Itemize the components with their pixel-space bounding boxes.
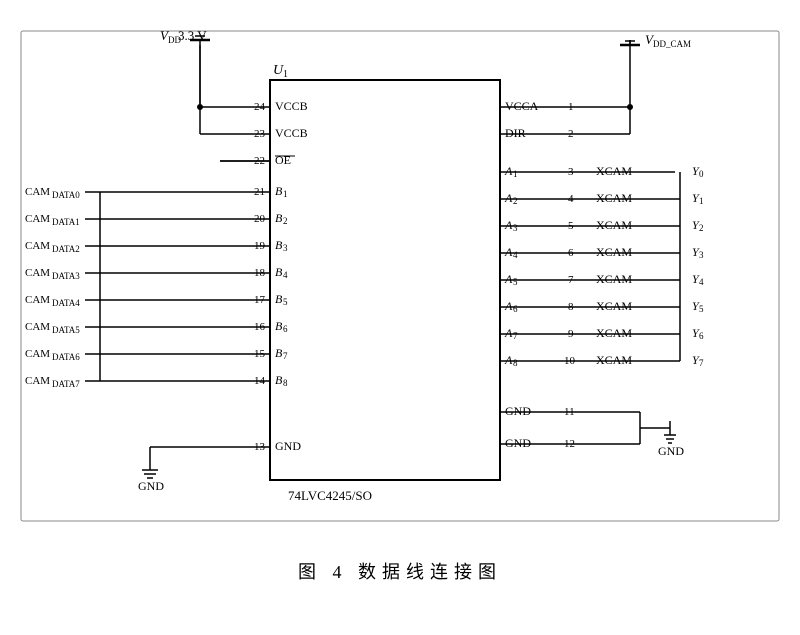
svg-text:74LVC4245/SO: 74LVC4245/SO	[288, 488, 372, 503]
svg-text:2: 2	[699, 223, 704, 233]
svg-text:B: B	[275, 319, 283, 333]
svg-text:GND: GND	[505, 436, 531, 450]
svg-text:CAM: CAM	[25, 348, 50, 360]
svg-text:CAM: CAM	[25, 321, 50, 333]
svg-text:DATA5: DATA5	[52, 325, 80, 335]
svg-text:B: B	[275, 211, 283, 225]
svg-text:GND: GND	[138, 479, 164, 493]
svg-text:2: 2	[283, 216, 288, 226]
svg-text:11: 11	[564, 406, 575, 418]
svg-text:1: 1	[513, 169, 518, 179]
svg-text:A: A	[504, 164, 513, 178]
svg-text:7: 7	[513, 331, 518, 341]
svg-text:XCAM: XCAM	[596, 218, 632, 232]
svg-text:A: A	[504, 326, 513, 340]
svg-text:XCAM: XCAM	[596, 299, 632, 313]
svg-text:3: 3	[568, 166, 574, 178]
svg-text:0: 0	[699, 169, 704, 179]
svg-text:OE: OE	[275, 153, 291, 167]
svg-text:XCAM: XCAM	[596, 353, 632, 367]
svg-text:B: B	[275, 292, 283, 306]
svg-text:DATA4: DATA4	[52, 298, 80, 308]
svg-text:XCAM: XCAM	[596, 245, 632, 259]
svg-text:CAM: CAM	[25, 186, 50, 198]
svg-text:GND: GND	[505, 404, 531, 418]
svg-text:XCAM: XCAM	[596, 326, 632, 340]
svg-text:XCAM: XCAM	[596, 191, 632, 205]
svg-text:DATA0: DATA0	[52, 190, 80, 200]
svg-text:DATA6: DATA6	[52, 352, 80, 362]
diagram-area: U 1 74LVC4245/SO 24 VCCB 23 VCCB 22 OE 2…	[20, 30, 780, 550]
svg-text:A: A	[504, 245, 513, 259]
svg-text:VCCB: VCCB	[275, 99, 308, 113]
figure-caption: 图 4 数据线连接图	[298, 558, 502, 584]
main-container: U 1 74LVC4245/SO 24 VCCB 23 VCCB 22 OE 2…	[0, 0, 800, 635]
svg-text:B: B	[275, 373, 283, 387]
svg-text:CAM: CAM	[25, 294, 50, 306]
svg-text:2: 2	[513, 196, 518, 206]
svg-text:DATA2: DATA2	[52, 244, 80, 254]
svg-text:6: 6	[699, 331, 704, 341]
svg-text:4: 4	[513, 250, 518, 260]
svg-text:6: 6	[283, 324, 288, 334]
svg-text:12: 12	[564, 438, 575, 450]
svg-text:GND: GND	[658, 444, 684, 458]
svg-text:CAM: CAM	[25, 240, 50, 252]
svg-text:1: 1	[283, 189, 288, 199]
svg-text:VCCA: VCCA	[505, 99, 539, 113]
svg-text:8: 8	[513, 358, 518, 368]
svg-text:A: A	[504, 299, 513, 313]
svg-text:5: 5	[568, 220, 574, 232]
svg-text:6: 6	[513, 304, 518, 314]
svg-text:DATA1: DATA1	[52, 217, 80, 227]
svg-text:7: 7	[568, 274, 574, 286]
svg-text:3: 3	[513, 223, 518, 233]
svg-text:A: A	[504, 191, 513, 205]
svg-text:B: B	[275, 346, 283, 360]
svg-text:CAM: CAM	[25, 375, 50, 387]
svg-text:3.3 V: 3.3 V	[178, 30, 207, 43]
svg-text:CAM: CAM	[25, 213, 50, 225]
svg-text:A: A	[504, 353, 513, 367]
svg-text:VCCB: VCCB	[275, 126, 308, 140]
svg-text:B: B	[275, 265, 283, 279]
svg-text:CAM: CAM	[25, 267, 50, 279]
svg-text:XCAM: XCAM	[596, 272, 632, 286]
svg-text:4: 4	[283, 270, 288, 280]
svg-text:DIR: DIR	[505, 126, 526, 140]
svg-text:7: 7	[283, 351, 288, 361]
svg-text:8: 8	[568, 301, 574, 313]
svg-text:A: A	[504, 218, 513, 232]
svg-text:5: 5	[283, 297, 288, 307]
svg-text:3: 3	[283, 243, 288, 253]
svg-text:4: 4	[568, 193, 574, 205]
svg-text:5: 5	[513, 277, 518, 287]
svg-text:8: 8	[283, 378, 288, 388]
svg-text:GND: GND	[275, 439, 301, 453]
svg-text:10: 10	[564, 355, 576, 367]
svg-text:DD_CAM: DD_CAM	[653, 39, 691, 49]
svg-text:DATA7: DATA7	[52, 379, 80, 389]
svg-text:1: 1	[699, 196, 704, 206]
svg-text:B: B	[275, 184, 283, 198]
svg-text:6: 6	[568, 247, 574, 259]
svg-text:B: B	[275, 238, 283, 252]
svg-text:7: 7	[699, 358, 704, 368]
svg-text:4: 4	[699, 277, 704, 287]
svg-text:5: 5	[699, 304, 704, 314]
svg-text:1: 1	[283, 69, 288, 80]
svg-text:XCAM: XCAM	[596, 164, 632, 178]
svg-text:DATA3: DATA3	[52, 271, 80, 281]
svg-text:A: A	[504, 272, 513, 286]
svg-text:9: 9	[568, 328, 574, 340]
svg-text:3: 3	[699, 250, 704, 260]
